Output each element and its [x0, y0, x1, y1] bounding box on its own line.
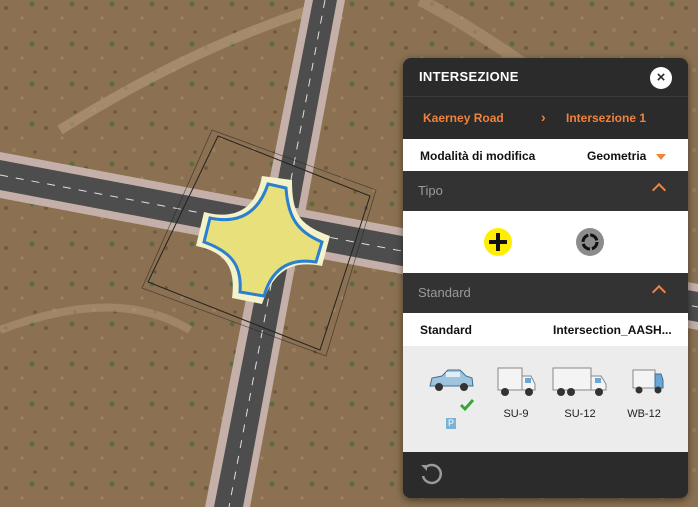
section-type-title: Tipo — [418, 183, 443, 198]
vehicle-su9-label: SU-9 — [503, 408, 529, 420]
vehicle-su12[interactable]: SU-12 — [551, 364, 609, 444]
check-icon — [459, 399, 475, 412]
close-icon: × — [656, 69, 666, 86]
chevron-up-icon[interactable] — [651, 284, 667, 300]
section-type-header[interactable]: Tipo — [403, 171, 688, 211]
roundabout-icon[interactable] — [575, 227, 605, 257]
intersection-panel: INTERSEZIONE × Kaerney Road › Intersezio… — [403, 58, 688, 498]
section-standard-header[interactable]: Standard — [403, 273, 688, 313]
plus-intersection-icon[interactable] — [483, 227, 513, 257]
truck-wb12-icon — [632, 369, 664, 394]
standard-value[interactable]: Intersection_AASH... — [553, 323, 672, 337]
breadcrumb-intersection[interactable]: Intersezione 1 — [566, 111, 646, 125]
close-button[interactable]: × — [650, 67, 672, 89]
vehicle-wb12-label: WB-12 — [627, 408, 661, 420]
standard-row: Standard Intersection_AASH... — [403, 313, 688, 346]
panel-header: INTERSEZIONE × — [403, 58, 688, 96]
vehicle-p[interactable]: P — [425, 364, 477, 444]
type-options — [403, 211, 688, 273]
vehicle-wb12[interactable]: WB-12 — [623, 364, 665, 444]
breadcrumb-road[interactable]: Kaerney Road — [423, 111, 504, 125]
chevron-down-icon[interactable] — [656, 154, 666, 160]
panel-title: INTERSEZIONE — [419, 69, 519, 84]
vehicle-su12-label: SU-12 — [564, 408, 596, 420]
panel-footer — [403, 452, 688, 498]
standard-label: Standard — [420, 323, 473, 337]
edit-mode-dropdown[interactable]: Geometria — [587, 149, 646, 163]
edit-mode-label: Modalità di modifica — [420, 149, 536, 163]
chevron-up-icon[interactable] — [651, 182, 667, 198]
vehicle-su9[interactable]: SU-9 — [495, 364, 537, 444]
edit-mode-row: Modalità di modifica Geometria — [403, 139, 688, 171]
vehicle-selector: P SU-9 SU-12 WB-12 — [403, 346, 688, 452]
vehicle-p-label: P — [446, 418, 456, 429]
car-icon — [429, 369, 474, 391]
truck-su12-icon — [552, 367, 607, 396]
truck-su9-icon — [497, 367, 536, 396]
breadcrumb-separator-icon: › — [541, 109, 546, 125]
breadcrumb: Kaerney Road › Intersezione 1 — [403, 96, 688, 139]
section-standard-title: Standard — [418, 285, 471, 300]
undo-icon[interactable] — [419, 462, 443, 486]
